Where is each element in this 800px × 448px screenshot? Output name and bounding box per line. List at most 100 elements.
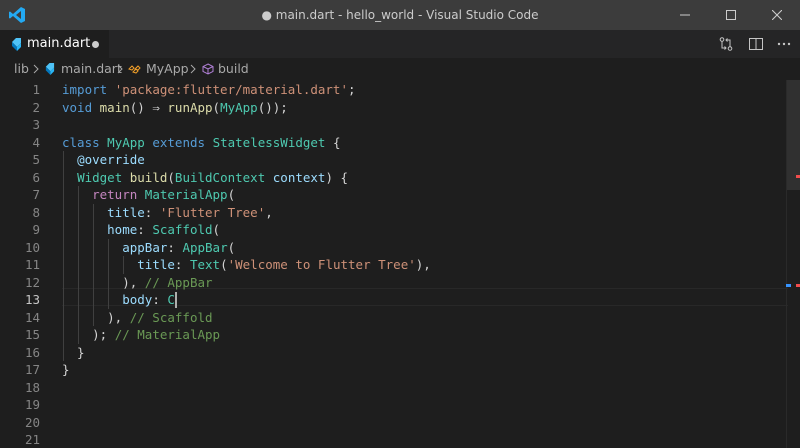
code-token: body — [122, 292, 153, 307]
open-changes-icon[interactable] — [718, 36, 734, 52]
indent-guide — [63, 291, 64, 309]
indent-guide — [63, 308, 64, 326]
indent-guide — [63, 326, 64, 344]
breadcrumb: lib main.dart MyApp build — [0, 58, 800, 80]
indent-guide — [63, 221, 64, 239]
breadcrumb-class[interactable]: MyApp — [146, 58, 189, 80]
indent-guide — [63, 203, 64, 221]
code-line[interactable]: ), // Scaffold — [62, 309, 212, 327]
indent-guide — [63, 186, 64, 204]
code-line[interactable]: void main() ⇒ runApp(MyApp()); — [62, 99, 288, 117]
code-line[interactable]: title: Text('Welcome to Flutter Tree'), — [62, 256, 431, 274]
line-number[interactable]: 1 — [0, 81, 40, 99]
chevron-right-icon — [190, 64, 196, 74]
chevron-right-icon — [117, 64, 123, 74]
code-token: ), — [415, 257, 431, 272]
code-token: context — [272, 169, 326, 185]
line-number[interactable]: 15 — [0, 326, 40, 344]
code-line[interactable]: } — [62, 361, 70, 379]
line-number[interactable]: 14 — [0, 309, 40, 327]
maximize-button[interactable] — [708, 0, 754, 30]
code-line[interactable]: home: Scaffold( — [62, 221, 220, 239]
code-line[interactable]: Widget build(BuildContext context) { — [62, 169, 348, 187]
line-number[interactable]: 8 — [0, 204, 40, 222]
line-number[interactable]: 18 — [0, 379, 40, 397]
code-area[interactable]: import 'package:flutter/material.dart'; v… — [62, 80, 782, 448]
line-number[interactable]: 16 — [0, 344, 40, 362]
code-token: ), — [62, 274, 145, 290]
code-token: @override — [77, 152, 145, 167]
code-token: : — [137, 222, 153, 237]
line-number[interactable]: 5 — [0, 151, 40, 169]
code-token: () ⇒ — [129, 99, 168, 115]
indent-guide — [78, 308, 80, 326]
line-number[interactable]: 9 — [0, 221, 40, 239]
indent-guide — [123, 256, 125, 274]
indent-guide — [78, 238, 80, 256]
code-token: return — [92, 187, 138, 202]
indent-guide — [78, 186, 80, 204]
text-cursor — [174, 292, 177, 308]
code-token: BuildContext — [174, 169, 266, 185]
chevron-right-icon — [33, 64, 39, 74]
code-token: extends — [152, 134, 206, 150]
code-token: main — [99, 99, 130, 115]
line-number[interactable]: 20 — [0, 414, 40, 432]
unsaved-dot-icon[interactable] — [92, 41, 99, 48]
split-editor-icon[interactable] — [748, 36, 764, 52]
code-token: title — [137, 257, 175, 272]
code-line[interactable]: @override — [62, 151, 145, 169]
code-token: import — [62, 82, 108, 97]
line-number[interactable]: 19 — [0, 396, 40, 414]
code-line[interactable]: ), // AppBar — [62, 274, 212, 292]
code-line[interactable]: ); // MaterialApp — [62, 326, 220, 344]
code-line[interactable]: import 'package:flutter/material.dart'; — [62, 81, 356, 99]
line-number[interactable]: 21 — [0, 431, 40, 448]
indent-guide — [78, 291, 80, 309]
breadcrumb-method[interactable]: build — [218, 58, 249, 80]
code-editor[interactable]: 1 2 3 4 5 6 7 8 9 10 11 12 13 14 15 16 17 18 19 20 21 import… — [0, 80, 800, 448]
line-number[interactable]: 12 — [0, 274, 40, 292]
line-number[interactable]: 3 — [0, 116, 40, 134]
line-number[interactable]: 2 — [0, 99, 40, 117]
indent-guide — [63, 273, 64, 291]
line-number[interactable]: 7 — [0, 186, 40, 204]
code-token: class — [62, 134, 100, 150]
indent-guide — [78, 221, 80, 239]
line-number[interactable]: 10 — [0, 239, 40, 257]
code-token: ( — [167, 169, 175, 185]
code-line[interactable]: } — [62, 344, 85, 362]
line-number[interactable]: 11 — [0, 256, 40, 274]
line-number[interactable]: 4 — [0, 134, 40, 152]
tab-main-dart[interactable]: main.dart — [0, 30, 109, 58]
indent-guide — [78, 203, 80, 221]
scrollbar-thumb[interactable] — [787, 80, 800, 190]
more-actions-icon[interactable] — [776, 36, 792, 52]
code-line[interactable]: class MyApp extends StatelessWidget { — [62, 134, 341, 152]
breadcrumb-folder[interactable]: lib — [14, 58, 29, 80]
indent-guide — [93, 308, 95, 326]
code-line[interactable]: return MaterialApp( — [62, 186, 235, 204]
line-number[interactable]: 13 — [0, 291, 40, 309]
code-token: build — [129, 169, 168, 185]
method-cube-icon — [202, 63, 214, 75]
editor-tab-bar: main.dart — [0, 30, 800, 58]
line-number-gutter[interactable]: 1 2 3 4 5 6 7 8 9 10 11 12 13 14 15 16 17 18 19 20 21 — [0, 80, 46, 448]
breadcrumb-file[interactable]: main.dart — [61, 58, 122, 80]
line-number[interactable]: 17 — [0, 361, 40, 379]
code-token: StatelessWidget — [212, 134, 326, 150]
close-button[interactable] — [754, 0, 800, 30]
minimize-button[interactable] — [662, 0, 708, 30]
indent-guide — [93, 291, 95, 309]
minimize-icon — [680, 14, 690, 16]
code-token: ( — [227, 239, 236, 255]
line-number[interactable]: 6 — [0, 169, 40, 187]
indent-guide — [93, 203, 95, 221]
indent-guide — [93, 238, 95, 256]
code-token: : — [174, 257, 190, 272]
code-line[interactable]: appBar: AppBar( — [62, 239, 235, 257]
